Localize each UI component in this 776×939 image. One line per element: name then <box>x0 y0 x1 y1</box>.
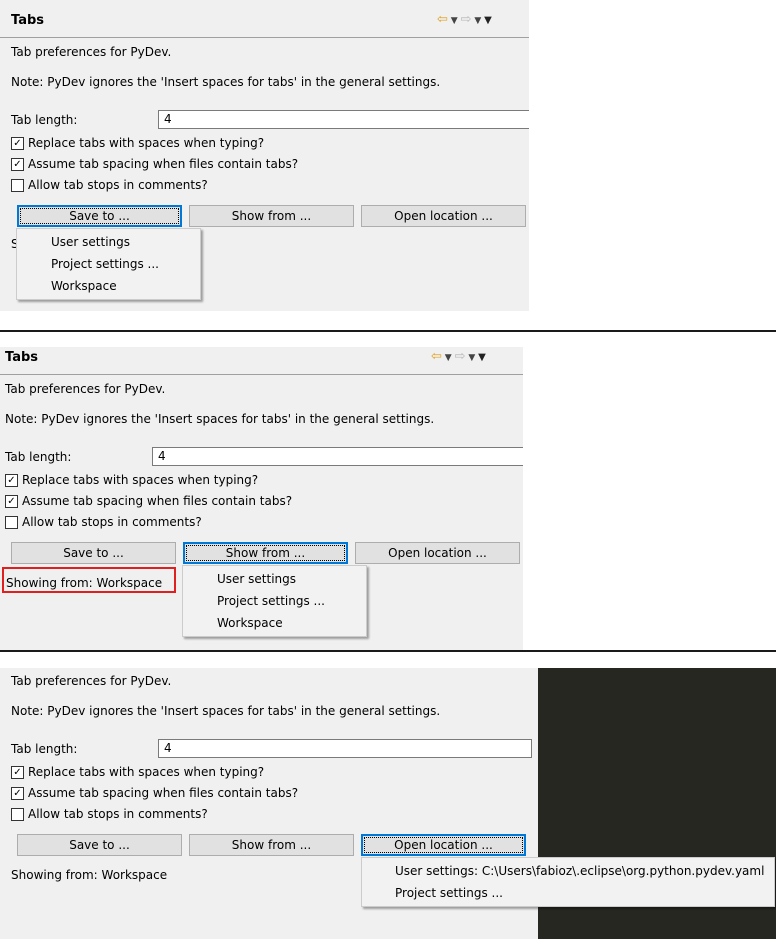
open-location-button[interactable]: Open location ... <box>361 205 526 227</box>
checkbox-label: Assume tab spacing when files contain ta… <box>28 786 299 800</box>
menu-item-workspace[interactable]: Workspace <box>217 616 283 630</box>
check-icon[interactable]: ✓ <box>11 765 24 779</box>
check-icon[interactable]: ✓ <box>11 157 24 171</box>
toolbar-2: ⇦ ▼ ⇨ ▼ ▼ <box>431 350 486 365</box>
menu-item-user-settings[interactable]: User settings <box>217 572 296 586</box>
tab-length-input[interactable]: 4 <box>158 739 532 758</box>
chevron-down-icon[interactable]: ▼ <box>442 353 455 363</box>
checkbox-label: Assume tab spacing when files contain ta… <box>22 494 293 508</box>
showing-from-label: Showing from: Workspace <box>6 576 163 590</box>
open-location-button[interactable]: Open location ... <box>355 542 520 564</box>
assume-tab-spacing-checkbox[interactable]: ✓ Assume tab spacing when files contain t… <box>11 157 298 171</box>
unchecked-box-icon[interactable] <box>11 178 24 192</box>
page-title: Tabs <box>5 350 39 365</box>
tab-length-input[interactable]: 4 <box>158 110 529 129</box>
checkbox-label: Replace tabs with spaces when typing? <box>22 473 259 487</box>
note: Note: PyDev ignores the 'Insert spaces f… <box>5 412 435 426</box>
chevron-down-icon[interactable]: ▼ <box>448 16 461 26</box>
replace-tabs-checkbox[interactable]: ✓ Replace tabs with spaces when typing? <box>11 765 264 779</box>
screenshot-separator <box>0 650 776 652</box>
tab-length-label: Tab length: <box>5 450 72 464</box>
description: Tab preferences for PyDev. <box>11 45 172 59</box>
tab-length-label: Tab length: <box>11 742 78 756</box>
showing-from-label: Showing from: Workspace <box>11 868 168 882</box>
show-from-button[interactable]: Show from ... <box>189 834 354 856</box>
replace-tabs-checkbox[interactable]: ✓ Replace tabs with spaces when typing? <box>11 136 264 150</box>
title-divider <box>0 374 523 375</box>
check-icon[interactable]: ✓ <box>11 136 24 150</box>
menu-item-user-settings-path[interactable]: User settings: C:\Users\fabioz\.eclipse\… <box>395 864 764 878</box>
save-to-button[interactable]: Save to ... <box>17 205 182 227</box>
toolbar-1: ⇦ ▼ ⇨ ▼ ▼ <box>437 13 492 28</box>
check-icon[interactable]: ✓ <box>11 786 24 800</box>
page-title: Tabs <box>11 13 45 28</box>
checkbox-label: Replace tabs with spaces when typing? <box>28 136 265 150</box>
check-icon[interactable]: ✓ <box>5 473 18 487</box>
show-from-menu: User settings Project settings ... Works… <box>182 565 367 637</box>
unchecked-box-icon[interactable] <box>11 807 24 821</box>
assume-tab-spacing-checkbox[interactable]: ✓ Assume tab spacing when files contain t… <box>5 494 292 508</box>
back-arrow-icon[interactable]: ⇦ <box>437 12 448 27</box>
chevron-down-icon[interactable]: ▼ <box>465 353 478 363</box>
save-to-button[interactable]: Save to ... <box>11 542 176 564</box>
description: Tab preferences for PyDev. <box>11 674 172 688</box>
chevron-down-icon[interactable]: ▼ <box>471 16 484 26</box>
checkbox-label: Assume tab spacing when files contain ta… <box>28 157 299 171</box>
open-location-menu: User settings: C:\Users\fabioz\.eclipse\… <box>361 857 775 907</box>
menu-item-project-settings[interactable]: Project settings ... <box>51 257 159 271</box>
forward-arrow-icon[interactable]: ⇨ <box>455 349 466 364</box>
assume-tab-spacing-checkbox[interactable]: ✓ Assume tab spacing when files contain t… <box>11 786 298 800</box>
title-divider <box>0 37 529 38</box>
menu-item-project-settings[interactable]: Project settings ... <box>395 886 503 900</box>
replace-tabs-checkbox[interactable]: ✓ Replace tabs with spaces when typing? <box>5 473 258 487</box>
view-menu-icon[interactable]: ▼ <box>484 15 492 26</box>
allow-tab-stops-checkbox[interactable]: Allow tab stops in comments? <box>11 178 208 192</box>
tab-length-label: Tab length: <box>11 113 78 127</box>
note: Note: PyDev ignores the 'Insert spaces f… <box>11 75 441 89</box>
back-arrow-icon[interactable]: ⇦ <box>431 349 442 364</box>
allow-tab-stops-checkbox[interactable]: Allow tab stops in comments? <box>5 515 202 529</box>
unchecked-box-icon[interactable] <box>5 515 18 529</box>
tab-length-input[interactable]: 4 <box>152 447 523 466</box>
description: Tab preferences for PyDev. <box>5 382 166 396</box>
screenshot-separator <box>0 330 776 332</box>
menu-item-user-settings[interactable]: User settings <box>51 235 130 249</box>
check-icon[interactable]: ✓ <box>5 494 18 508</box>
show-from-button[interactable]: Show from ... <box>189 205 354 227</box>
checkbox-label: Replace tabs with spaces when typing? <box>28 765 265 779</box>
forward-arrow-icon[interactable]: ⇨ <box>461 12 472 27</box>
checkbox-label: Allow tab stops in comments? <box>28 807 208 821</box>
open-location-button[interactable]: Open location ... <box>361 834 526 856</box>
note: Note: PyDev ignores the 'Insert spaces f… <box>11 704 441 718</box>
show-from-button[interactable]: Show from ... <box>183 542 348 564</box>
save-to-menu: User settings Project settings ... Works… <box>16 228 201 300</box>
save-to-button[interactable]: Save to ... <box>17 834 182 856</box>
menu-item-workspace[interactable]: Workspace <box>51 279 117 293</box>
menu-item-project-settings[interactable]: Project settings ... <box>217 594 325 608</box>
checkbox-label: Allow tab stops in comments? <box>28 178 208 192</box>
checkbox-label: Allow tab stops in comments? <box>22 515 202 529</box>
view-menu-icon[interactable]: ▼ <box>478 352 486 363</box>
allow-tab-stops-checkbox[interactable]: Allow tab stops in comments? <box>11 807 208 821</box>
